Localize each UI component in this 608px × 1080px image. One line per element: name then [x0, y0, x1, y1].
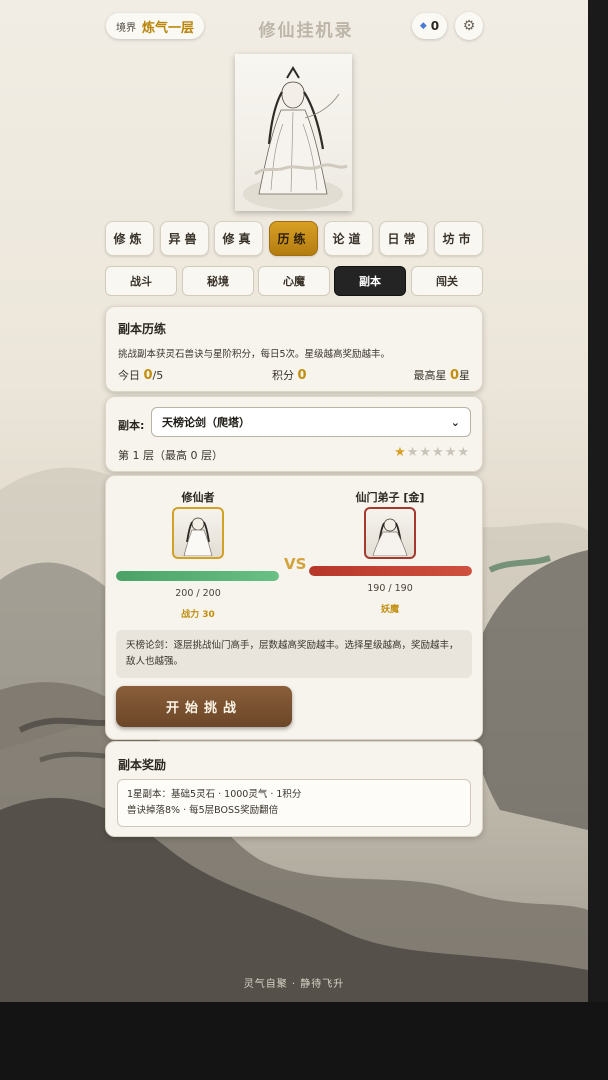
app-title: 修仙挂机录 — [258, 21, 354, 41]
player-hp-text: 200 / 200 — [175, 588, 221, 599]
tab-label: 日常 — [387, 232, 420, 246]
star-icon[interactable]: ★ — [419, 445, 432, 460]
star-icon[interactable]: ★ — [394, 445, 407, 460]
subtab-challenge[interactable]: 闯关 — [411, 266, 483, 296]
dungeon-select[interactable]: 天榜论剑（爬塔） ⌄ — [151, 407, 471, 437]
subtab-label: 闯关 — [436, 275, 458, 288]
tab-xiuzhen[interactable]: 修真 — [214, 221, 263, 256]
today-value: 0 — [143, 368, 153, 383]
currency-badge: ◆ 0 — [412, 13, 447, 39]
character-portrait — [235, 54, 352, 211]
best-star-value: 0 — [449, 368, 459, 383]
points-value: 0 — [297, 368, 307, 383]
versus-label: VS — [284, 555, 307, 573]
start-challenge-button[interactable]: 开始挑战 — [116, 686, 292, 727]
subtab-dungeon[interactable]: 副本 — [334, 266, 406, 296]
today-label: 今日 — [118, 369, 140, 382]
tab-label: 论道 — [332, 232, 365, 246]
reward-line: 兽诀掉落8% · 每5层BOSS奖励翻倍 — [127, 805, 279, 816]
subtab-secret-realm[interactable]: 秘境 — [182, 266, 254, 296]
enemy-figure-icon — [372, 518, 408, 556]
reward-line: 1星副本：基础5灵石 · 1000灵气 · 1积分 — [127, 789, 302, 800]
enemy-hp-bar — [309, 566, 472, 576]
player-hp-bar — [116, 571, 279, 581]
tab-daily[interactable]: 日常 — [379, 221, 428, 256]
cultivator-figure-illustration — [243, 66, 348, 210]
tab-label: 修炼 — [113, 232, 146, 246]
settings-button[interactable]: ⚙ — [455, 12, 483, 40]
tab-cultivate[interactable]: 修炼 — [105, 221, 154, 256]
player-hp-fill — [116, 571, 279, 581]
today-max: /5 — [152, 369, 164, 382]
tab-debate[interactable]: 论道 — [324, 221, 373, 256]
subtab-label: 心魔 — [283, 275, 305, 288]
subtab-inner-demon[interactable]: 心魔 — [258, 266, 330, 296]
gear-icon: ⚙ — [462, 18, 476, 34]
tab-label: 坊市 — [442, 232, 475, 246]
star-difficulty-selector[interactable]: ★★★★★★ — [394, 445, 470, 460]
enemy-name: 仙门弟子 [金] — [355, 491, 425, 504]
dungeon-select-value: 天榜论剑（爬塔） — [162, 416, 250, 429]
dungeon-select-card: 副本: 天榜论剑（爬塔） ⌄ 第 1 层（最高 0 层） ★★★★★★ — [105, 396, 483, 472]
game-screen: 境界 炼气一层 修仙挂机录 ◆ 0 ⚙ 修炼 异兽 修真 历练 论道 日常 坊市… — [0, 0, 588, 1002]
enemy-avatar — [364, 507, 416, 559]
star-icon[interactable]: ★ — [457, 445, 470, 460]
enemy-hp-text: 190 / 190 — [367, 583, 413, 594]
tab-label: 修真 — [222, 232, 255, 246]
rewards-detail: 1星副本：基础5灵石 · 1000灵气 · 1积分 兽诀掉落8% · 每5层BO… — [117, 779, 471, 827]
dungeon-select-label: 副本: — [118, 419, 145, 432]
star-icon[interactable]: ★ — [432, 445, 445, 460]
currency-value: 0 — [430, 19, 440, 33]
floor-progress: 第 1 层（最高 0 层） — [118, 449, 223, 462]
start-challenge-label: 开始挑战 — [165, 701, 242, 716]
scrollbar[interactable] — [588, 0, 608, 1002]
player-name: 修仙者 — [181, 491, 215, 504]
battle-description: 天榜论剑：逐层挑战仙门高手，层数越高奖励越丰。选择星级越高，奖励越丰，敌人也越强… — [116, 630, 472, 678]
dungeon-info-card: 副本历练 挑战副本获灵石兽诀与星阶积分，每日5次。星级越高奖励越丰。 今日 0/… — [105, 306, 483, 392]
player-avatar — [172, 507, 224, 559]
best-star-unit: 星 — [459, 369, 470, 382]
star-icon[interactable]: ★ — [445, 445, 458, 460]
star-icon[interactable]: ★ — [407, 445, 420, 460]
tab-label: 历练 — [277, 232, 310, 246]
subtab-label: 副本 — [359, 275, 381, 288]
points-label: 积分 — [272, 369, 294, 382]
best-star-stat: 最高星 0星 — [413, 367, 470, 383]
card-title: 副本历练 — [118, 322, 167, 336]
subtab-battle[interactable]: 战斗 — [105, 266, 177, 296]
diamond-icon: ◆ — [419, 21, 427, 31]
chevron-down-icon: ⌄ — [450, 415, 460, 429]
points-stat: 积分 0 — [272, 367, 307, 383]
battle-card: 修仙者 VS 仙门弟子 [金] 200 / 200 战力 30 190 / 19… — [105, 475, 483, 740]
tab-label: 异兽 — [168, 232, 201, 246]
enemy-hp-fill — [309, 566, 472, 576]
rewards-title: 副本奖励 — [118, 758, 167, 772]
rewards-card: 副本奖励 1星副本：基础5灵石 · 1000灵气 · 1积分 兽诀掉落8% · … — [105, 741, 483, 837]
subtab-label: 秘境 — [207, 275, 229, 288]
subtab-label: 战斗 — [130, 275, 152, 288]
footer-text: 灵气自聚 · 静待飞升 — [243, 979, 345, 990]
player-figure-icon — [183, 517, 213, 556]
tab-beasts[interactable]: 异兽 — [160, 221, 209, 256]
best-star-label: 最高星 — [413, 369, 447, 382]
dungeon-description: 挑战副本获灵石兽诀与星阶积分，每日5次。星级越高奖励越丰。 — [118, 349, 391, 360]
tab-market[interactable]: 坊市 — [434, 221, 483, 256]
daily-attempts: 今日 0/5 — [118, 367, 163, 383]
enemy-type: 妖魔 — [380, 605, 399, 615]
tab-trials[interactable]: 历练 — [269, 221, 318, 256]
player-power: 战力 30 — [181, 610, 215, 620]
